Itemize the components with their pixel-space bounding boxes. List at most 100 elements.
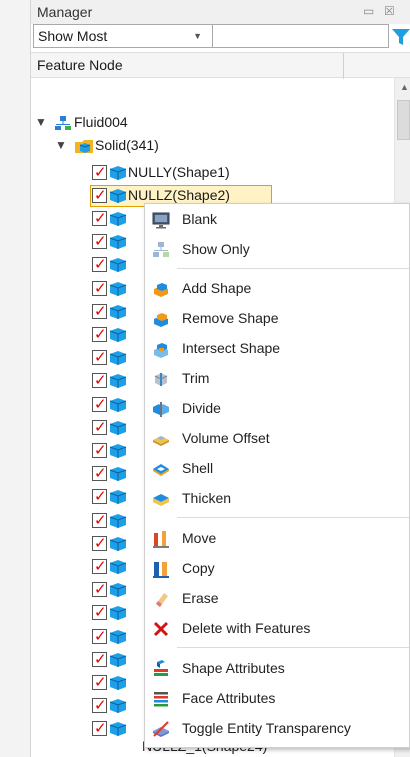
visibility-checkbox[interactable] [92,163,107,181]
eraser-icon [156,593,168,607]
tree-row-shape[interactable] [31,511,151,531]
transparency-icon [153,721,169,737]
chevron-down-icon[interactable]: ▼ [55,138,67,152]
visibility-checkbox[interactable] [92,534,107,552]
scroll-thumb[interactable] [397,100,410,140]
menu-item-label: Blank [182,211,218,227]
tree-row-shape[interactable] [31,719,151,739]
tree-row-shape[interactable] [31,209,151,229]
visibility-checkbox[interactable] [92,302,107,320]
visibility-checkbox[interactable] [92,696,107,714]
cube-icon [109,166,127,180]
menu-item-shell[interactable]: Shell [145,454,409,484]
visibility-checkbox[interactable] [92,255,107,273]
visibility-checkbox[interactable] [92,209,107,227]
filter-dropdown-value: Show Most [38,28,108,44]
tree-row-shape[interactable] [31,603,151,623]
menu-item-trim[interactable]: Trim [145,364,409,394]
restore-icon[interactable]: ▭ [363,4,374,18]
menu-item-show-only[interactable]: Show Only [145,235,409,265]
cube-icon [109,235,127,250]
menu-item-move[interactable]: Move [145,524,409,554]
menu-item-delete-with-features[interactable]: Delete with Features [145,614,409,644]
close-icon[interactable]: ☒ [384,4,395,18]
menu-item-label: Remove Shape [182,310,279,326]
tree-row-shape[interactable] [31,534,151,554]
menu-item-erase[interactable]: Erase [145,584,409,614]
visibility-checkbox[interactable] [92,441,107,459]
menu-item-remove-shape[interactable]: Remove Shape [145,304,409,334]
menu-item-divide[interactable]: Divide [145,394,409,424]
tree-row-shape[interactable] [31,418,151,438]
menu-item-blank[interactable]: Blank [145,205,409,235]
visibility-checkbox[interactable] [92,511,107,529]
menu-item-label: Delete with Features [182,620,311,636]
filter-input[interactable] [213,24,389,48]
menu-item-shape-attributes[interactable]: Shape Attributes [145,654,409,684]
menu-item-label: Shape Attributes [182,660,285,676]
cube-icon [109,606,127,621]
visibility-checkbox[interactable] [92,325,107,343]
menu-item-add-shape[interactable]: Add Shape [145,274,409,304]
visibility-checkbox[interactable] [92,348,107,366]
tree-row-shape[interactable] [31,696,151,716]
tree-row-shape[interactable] [31,441,151,461]
menu-item-label: Show Only [182,241,250,257]
menu-item-face-attributes[interactable]: Face Attributes [145,684,409,714]
cube-icon [109,513,127,528]
tree-row-shape[interactable] [31,302,151,322]
tree-row-shape[interactable] [31,232,151,252]
visibility-checkbox[interactable] [92,603,107,621]
menu-item-intersect-shape[interactable]: Intersect Shape [145,334,409,364]
visibility-checkbox[interactable] [92,395,107,413]
visibility-checkbox[interactable] [92,650,107,668]
cube-icon [109,629,127,644]
visibility-checkbox[interactable] [92,580,107,598]
menu-item-volume-offset[interactable]: Volume Offset [145,424,409,454]
menu-item-label: Erase [182,590,219,606]
tree-row-shape[interactable] [31,557,151,577]
tree-row-shape[interactable] [31,650,151,670]
menu-item-thicken[interactable]: Thicken [145,484,409,514]
tree-row-root[interactable]: ▼ Fluid004 [31,113,391,133]
scroll-up-icon[interactable]: ▲ [400,82,409,92]
cube-icon [109,490,127,505]
filter-funnel-icon[interactable] [391,27,410,47]
visibility-checkbox[interactable] [92,418,107,436]
cube-icon [109,258,127,273]
visibility-checkbox[interactable] [92,371,107,389]
tree-row-shape[interactable] [31,255,151,275]
cube-icon [109,583,127,598]
tree-row-shape[interactable] [31,325,151,345]
visibility-checkbox[interactable] [92,232,107,250]
shape-attributes-icon [154,660,168,676]
column-header: Feature Node [31,52,410,79]
column-header-feature-node: Feature Node [37,57,123,73]
visibility-checkbox[interactable] [92,673,107,691]
visibility-checkbox[interactable] [92,487,107,505]
chevron-down-icon[interactable]: ▼ [35,115,47,129]
filter-dropdown[interactable]: Show Most ▼ [33,24,213,48]
visibility-checkbox[interactable] [92,719,107,737]
tree-row-shape[interactable] [31,487,151,507]
volume-offset-icon [153,436,169,446]
visibility-checkbox[interactable] [92,627,107,645]
tree-row-shape[interactable] [31,371,151,391]
visibility-checkbox[interactable] [92,279,107,297]
tree-row-shape[interactable] [31,464,151,484]
thicken-icon [153,494,169,506]
tree-row-shape[interactable] [31,627,151,647]
visibility-checkbox[interactable] [92,557,107,575]
menu-item-toggle-transparency[interactable]: Toggle Entity Transparency [145,714,409,744]
tree-row-solid[interactable]: ▼ Solid(341) [31,136,391,156]
tree-row-shape[interactable] [31,395,151,415]
visibility-checkbox[interactable] [92,464,107,482]
menu-item-copy[interactable]: Copy [145,554,409,584]
tree-row-shape[interactable] [31,279,151,299]
visibility-checkbox[interactable] [92,186,107,204]
tree-row-shape1[interactable]: NULLY(Shape1) [31,163,391,183]
column-divider[interactable] [343,53,344,79]
tree-row-shape[interactable] [31,348,151,368]
tree-row-shape[interactable] [31,580,151,600]
tree-row-shape[interactable] [31,673,151,693]
